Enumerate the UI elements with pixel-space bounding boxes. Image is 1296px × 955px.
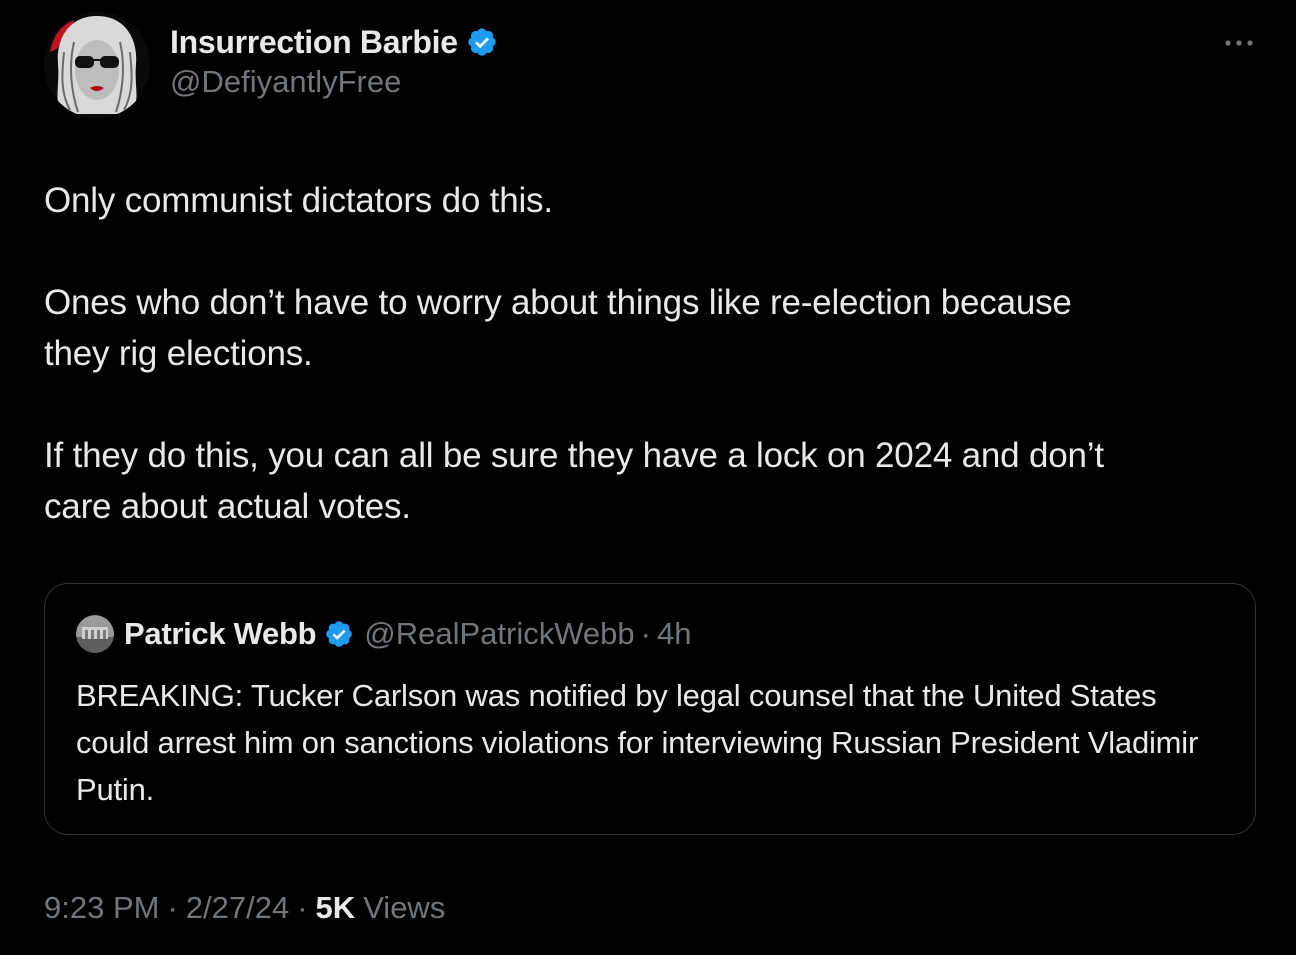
tweet-meta: 9:23 PM · 2/27/24 · 5K Views <box>44 886 445 930</box>
views-count[interactable]: 5K <box>316 890 356 926</box>
tweet-paragraph: Ones who don’t have to worry about thing… <box>44 283 1072 373</box>
quoted-tweet-text: BREAKING: Tucker Carlson was notified by… <box>76 678 1199 807</box>
verified-badge-icon <box>324 619 354 649</box>
separator-dot: · <box>297 890 308 925</box>
tweet: Insurrection Barbie @DefiyantlyFree Only… <box>0 0 1296 955</box>
views-label[interactable]: Views <box>363 890 445 926</box>
verified-badge-icon[interactable] <box>466 26 498 58</box>
quoted-author-display-name[interactable]: Patrick Webb <box>124 616 317 652</box>
tweet-date[interactable]: 2/27/24 <box>186 890 289 926</box>
tweet-paragraph: Only communist dictators do this. <box>44 181 553 220</box>
author-display-name[interactable]: Insurrection Barbie <box>170 24 458 61</box>
quoted-author-handle[interactable]: @RealPatrickWebb <box>364 616 634 652</box>
author-name-row: Insurrection Barbie <box>170 22 498 62</box>
more-horizontal-icon <box>1225 40 1253 46</box>
author-handle[interactable]: @DefiyantlyFree <box>170 64 401 100</box>
more-options-button[interactable] <box>1222 28 1256 58</box>
tweet-paragraph: If they do this, you can all be sure the… <box>44 436 1104 526</box>
separator-dot: · <box>640 616 651 651</box>
author-avatar-image <box>44 12 150 118</box>
tweet-time[interactable]: 9:23 PM <box>44 890 159 926</box>
author-avatar[interactable] <box>44 12 150 118</box>
quoted-tweet-card[interactable]: Patrick Webb @RealPatrickWebb · 4h BREAK… <box>44 583 1256 835</box>
quoted-author-avatar[interactable] <box>76 615 114 653</box>
separator-dot: · <box>167 890 178 925</box>
tweet-text: Only communist dictators do this. Ones w… <box>44 175 1254 532</box>
quoted-tweet-time[interactable]: 4h <box>657 616 691 652</box>
quoted-tweet-header: Patrick Webb @RealPatrickWebb · 4h <box>76 614 691 654</box>
